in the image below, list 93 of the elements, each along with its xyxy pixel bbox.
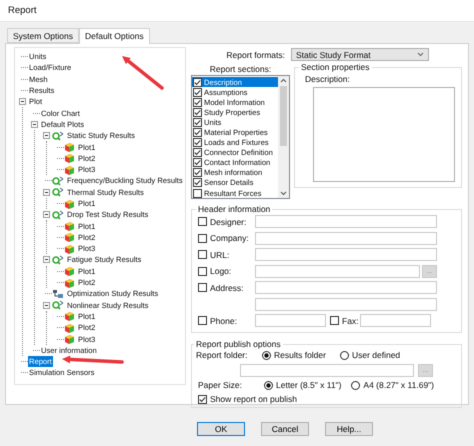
plot-icon — [64, 322, 75, 333]
field-label: Phone: — [210, 316, 237, 326]
radio-button[interactable] — [351, 380, 360, 390]
checkbox[interactable] — [193, 138, 202, 148]
plot-icon — [64, 311, 75, 322]
radio-label: Results folder — [274, 350, 326, 360]
checkbox[interactable] — [193, 158, 202, 168]
checkbox-label: Show report on publish — [210, 394, 297, 404]
plot-icon — [64, 142, 75, 152]
plot-icon — [64, 198, 75, 208]
checkbox[interactable] — [193, 88, 202, 97]
text-field[interactable] — [255, 281, 437, 294]
format-dropdown[interactable]: Static Study Format — [291, 48, 429, 61]
scrollbar[interactable] — [278, 76, 289, 198]
study-icon — [52, 187, 64, 198]
checkbox[interactable] — [193, 188, 202, 198]
field-label: URL: — [210, 250, 230, 260]
radio-button[interactable] — [264, 380, 273, 390]
text-field[interactable] — [255, 232, 437, 244]
radio-button[interactable] — [340, 350, 349, 360]
collapse-icon[interactable] — [31, 120, 38, 128]
text-field[interactable] — [255, 298, 437, 310]
plot-icon — [64, 153, 75, 164]
collapse-icon[interactable] — [43, 132, 50, 140]
tab[interactable]: System Options — [7, 28, 79, 43]
window-title: Report — [8, 5, 37, 16]
radio-label: A4 (8.27" x 11.69") — [363, 380, 434, 390]
plot-icon — [64, 278, 75, 288]
plot-icon — [64, 244, 75, 254]
checkbox[interactable] — [193, 98, 202, 107]
dialog-button[interactable]: Cancel — [261, 422, 309, 436]
radio-label: Letter (8.5" x 11") — [276, 380, 342, 390]
annotation-arrow — [62, 356, 124, 364]
scroll-down-icon[interactable] — [280, 191, 287, 196]
text-field[interactable] — [255, 215, 437, 228]
plot-icon — [64, 266, 75, 276]
field-label: Report folder: — [196, 350, 248, 360]
radio-label: User defined — [352, 350, 400, 360]
folder-path-field[interactable] — [240, 364, 414, 376]
checkbox[interactable] — [330, 316, 339, 325]
field-label: Address: — [210, 282, 244, 292]
collapse-icon[interactable] — [43, 256, 50, 264]
collapse-icon[interactable] — [43, 211, 50, 218]
field-label: Description: — [304, 74, 351, 84]
radio-button[interactable] — [262, 350, 271, 360]
field-label: Company: — [210, 233, 249, 243]
tab[interactable]: Default Options — [79, 28, 150, 44]
text-field[interactable] — [360, 314, 431, 327]
field-label: Logo: — [210, 266, 232, 276]
checkbox[interactable] — [193, 118, 202, 127]
checkbox[interactable] — [193, 178, 202, 188]
group-title: Report publish options — [195, 339, 282, 349]
plot-icon — [64, 221, 75, 232]
field-label: Paper Size: — [198, 380, 243, 390]
plot-icon — [64, 334, 75, 344]
plot-icon — [64, 164, 75, 175]
field-label: Fax: — [342, 316, 359, 326]
scroll-up-icon[interactable] — [280, 78, 287, 83]
checkbox[interactable] — [193, 78, 202, 87]
group-title: Section properties — [300, 62, 371, 72]
annotation-arrow — [122, 56, 164, 90]
checkbox[interactable] — [198, 394, 207, 404]
collapse-icon[interactable] — [43, 302, 50, 309]
group-title: Header information — [197, 204, 272, 214]
text-field[interactable] — [255, 314, 326, 327]
checkbox[interactable] — [198, 250, 207, 259]
field-label: Report formats: — [225, 50, 286, 60]
field-label: Designer: — [210, 216, 246, 226]
study-icon — [52, 210, 64, 220]
checkbox[interactable] — [193, 148, 202, 158]
optimization-icon — [52, 288, 64, 299]
checkbox[interactable] — [198, 316, 207, 325]
checkbox[interactable] — [198, 217, 207, 226]
checkbox[interactable] — [193, 108, 202, 117]
chevron-down-icon — [417, 52, 424, 57]
field-label: Report sections: — [210, 64, 272, 74]
dialog-button[interactable]: OK — [197, 422, 245, 436]
checkbox[interactable] — [193, 128, 202, 138]
study-icon — [52, 176, 64, 186]
collapse-icon[interactable] — [43, 188, 50, 196]
description-field[interactable] — [313, 87, 455, 182]
text-field[interactable] — [255, 264, 420, 278]
study-icon — [52, 300, 64, 310]
study-icon — [52, 254, 64, 265]
checkbox[interactable] — [193, 168, 202, 178]
plot-icon — [64, 232, 75, 242]
dialog-button[interactable]: Help... — [325, 422, 373, 436]
text-field[interactable] — [255, 248, 437, 261]
checkbox[interactable] — [198, 283, 207, 292]
checkbox[interactable] — [198, 266, 207, 276]
checkbox[interactable] — [198, 234, 207, 242]
study-icon — [52, 130, 64, 141]
collapse-icon[interactable] — [19, 98, 26, 106]
